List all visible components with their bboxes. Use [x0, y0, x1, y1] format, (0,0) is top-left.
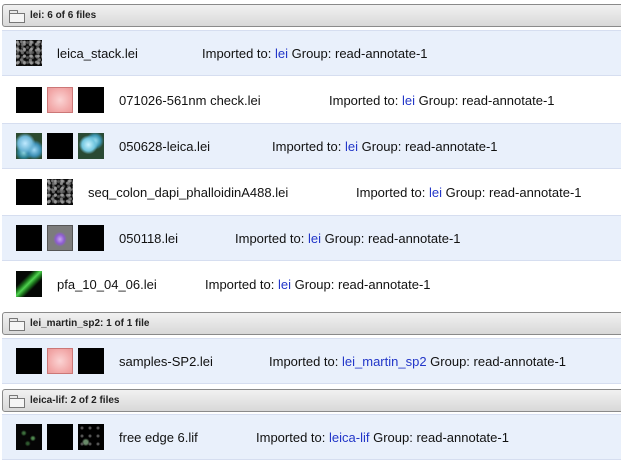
imported-label: Imported to: [235, 230, 305, 246]
image-thumbnail-icon[interactable] [16, 271, 42, 297]
imported-label: Imported to: [256, 429, 326, 445]
image-thumbnail-icon[interactable] [47, 87, 73, 113]
import-status: Imported to: lei Group: read-annotate-1 [272, 139, 498, 154]
group-label: Group: read-annotate-1 [445, 184, 582, 200]
folder-icon [9, 317, 25, 331]
image-thumbnail-icon[interactable] [16, 424, 42, 450]
group-title: lei_martin_sp2: 1 of 1 file [30, 318, 150, 329]
group-label: Group: read-annotate-1 [361, 138, 498, 154]
group-title: lei: 6 of 6 files [30, 10, 97, 21]
thumbnail-strip [16, 225, 109, 251]
dataset-link[interactable]: lei [278, 277, 291, 292]
group-title: leica-lif: 2 of 2 files [30, 395, 120, 406]
thumbnail-strip [16, 87, 109, 113]
image-thumbnail-icon[interactable] [47, 348, 73, 374]
import-status: Imported to: lei Group: read-annotate-1 [235, 231, 461, 246]
file-name: 050628-leica.lei [119, 138, 211, 154]
file-name: 071026-561nm check.lei [119, 92, 261, 108]
image-thumbnail-icon[interactable] [47, 133, 73, 159]
import-status: Imported to: lei Group: read-annotate-1 [329, 93, 555, 108]
import-status: Imported to: lei_martin_sp2 Group: read-… [269, 354, 566, 369]
file-row-050628[interactable]: 050628-leica.lei Imported to: lei Group:… [2, 123, 621, 169]
import-status: Imported to: lei Group: read-annotate-1 [205, 277, 431, 292]
image-thumbnail-icon[interactable] [47, 424, 73, 450]
file-name: pfa_10_04_06.lei [57, 276, 157, 292]
dataset-link[interactable]: leica-lif [329, 430, 369, 445]
group-header-leica-lif[interactable]: leica-lif: 2 of 2 files [2, 389, 621, 412]
file-name: 050118.lei [119, 230, 179, 246]
image-thumbnail-icon[interactable] [47, 179, 73, 205]
file-row-050118[interactable]: 050118.lei Imported to: lei Group: read-… [2, 215, 621, 261]
dataset-link[interactable]: lei_martin_sp2 [342, 354, 427, 369]
group-label: Group: read-annotate-1 [430, 353, 567, 369]
file-name: seq_colon_dapi_phalloidinA488.lei [88, 184, 289, 200]
import-status: Imported to: lei Group: read-annotate-1 [202, 46, 428, 61]
file-row-free-edge[interactable]: free edge 6.lif Imported to: leica-lif G… [2, 414, 621, 460]
dataset-link[interactable]: lei [308, 231, 321, 246]
group-header-lei[interactable]: lei: 6 of 6 files [2, 4, 621, 27]
image-thumbnail-icon[interactable] [47, 225, 73, 251]
dataset-link[interactable]: lei [345, 139, 358, 154]
file-row-samples-sp2[interactable]: samples-SP2.lei Imported to: lei_martin_… [2, 338, 621, 384]
file-row-seq-colon[interactable]: seq_colon_dapi_phalloidinA488.lei Import… [2, 169, 621, 215]
thumbnail-strip [16, 271, 47, 297]
import-results-panel: lei: 6 of 6 files leica_stack.lei Import… [2, 0, 621, 461]
import-status: Imported to: lei Group: read-annotate-1 [356, 185, 582, 200]
dataset-link[interactable]: lei [429, 185, 442, 200]
imported-label: Imported to: [329, 92, 399, 108]
image-thumbnail-icon[interactable] [78, 424, 104, 450]
file-row-pfa[interactable]: pfa_10_04_06.lei Imported to: lei Group:… [2, 261, 621, 307]
file-row-leica-stack[interactable]: leica_stack.lei Imported to: lei Group: … [2, 30, 621, 76]
group-label: Group: read-annotate-1 [373, 429, 509, 445]
image-thumbnail-icon[interactable] [78, 225, 104, 251]
group-label: Group: read-annotate-1 [324, 230, 461, 246]
thumbnail-strip [16, 133, 109, 159]
file-name: free edge 6.lif [119, 429, 198, 445]
thumbnail-strip [16, 348, 109, 374]
group-label: Group: read-annotate-1 [291, 45, 428, 61]
file-name: samples-SP2.lei [119, 353, 213, 369]
group-label: Group: read-annotate-1 [418, 92, 555, 108]
dataset-link[interactable]: lei [402, 93, 415, 108]
imported-label: Imported to: [356, 184, 426, 200]
thumbnail-strip [16, 179, 78, 205]
folder-icon [9, 9, 25, 23]
image-thumbnail-icon[interactable] [16, 40, 42, 66]
thumbnail-strip [16, 40, 47, 66]
imported-label: Imported to: [272, 138, 342, 154]
image-thumbnail-icon[interactable] [16, 87, 42, 113]
imported-label: Imported to: [205, 276, 275, 292]
imported-label: Imported to: [202, 45, 272, 61]
thumbnail-strip [16, 424, 109, 450]
group-header-lei-martin-sp2[interactable]: lei_martin_sp2: 1 of 1 file [2, 312, 621, 335]
dataset-link[interactable]: lei [275, 46, 288, 61]
image-thumbnail-icon[interactable] [78, 87, 104, 113]
image-thumbnail-icon[interactable] [78, 133, 104, 159]
imported-label: Imported to: [269, 353, 339, 369]
image-thumbnail-icon[interactable] [16, 348, 42, 374]
image-thumbnail-icon[interactable] [16, 225, 42, 251]
image-thumbnail-icon[interactable] [16, 133, 42, 159]
folder-icon [9, 394, 25, 408]
file-name: leica_stack.lei [57, 45, 138, 61]
image-thumbnail-icon[interactable] [16, 179, 42, 205]
file-row-071026[interactable]: 071026-561nm check.lei Imported to: lei … [2, 77, 621, 123]
image-thumbnail-icon[interactable] [78, 348, 104, 374]
import-status: Imported to: leica-lif Group: read-annot… [256, 430, 509, 445]
group-label: Group: read-annotate-1 [294, 276, 431, 292]
